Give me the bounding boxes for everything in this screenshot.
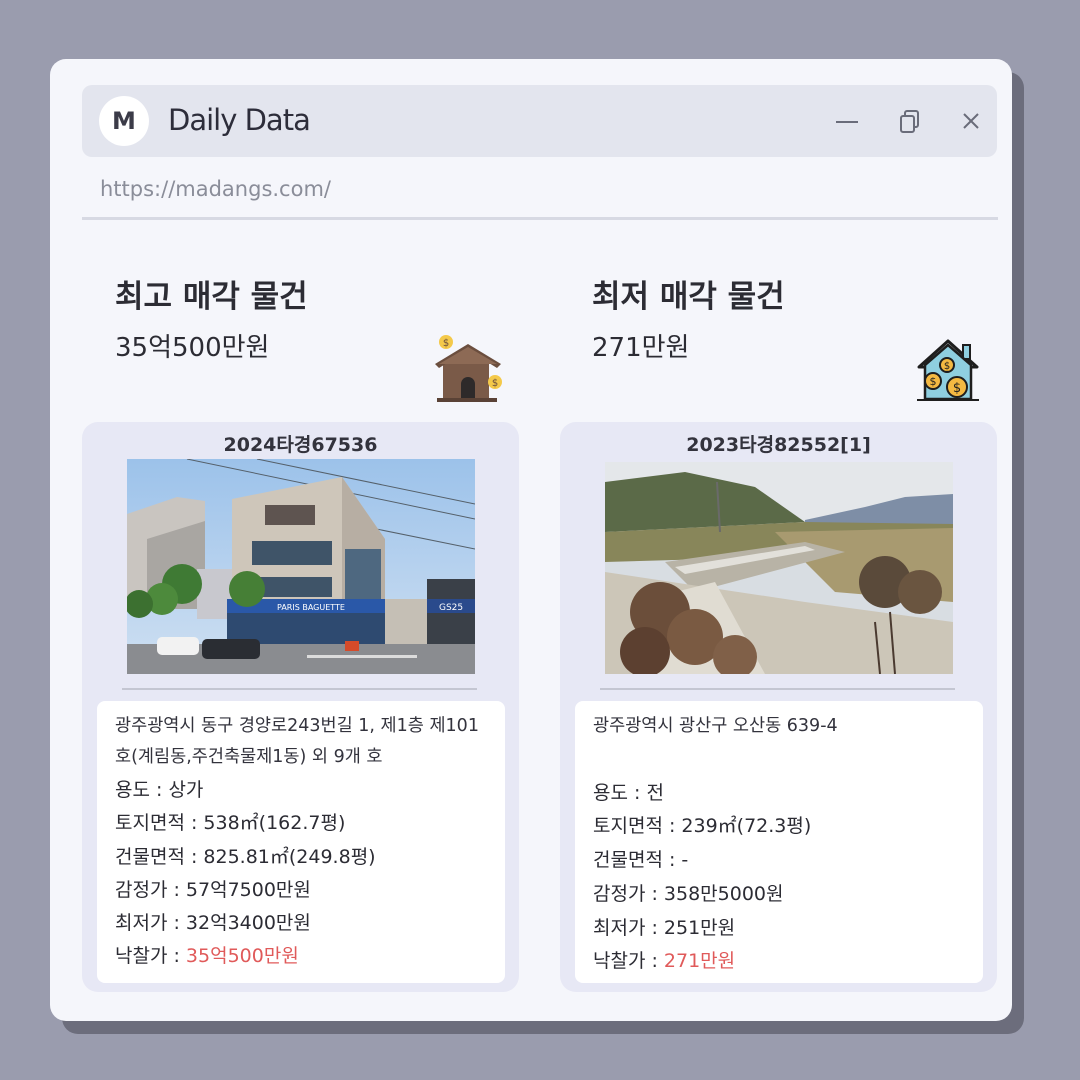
highest-land-area: 토지면적 : 538㎡(162.7평) xyxy=(115,812,346,834)
restore-button[interactable] xyxy=(892,103,928,139)
svg-text:$: $ xyxy=(443,338,449,349)
minimize-button[interactable] xyxy=(829,103,865,139)
lowest-land-area: 토지면적 : 239㎡(72.3평) xyxy=(593,815,812,837)
highest-usage: 용도 : 상가 xyxy=(115,779,204,801)
lowest-building-area: 건물면적 : - xyxy=(593,849,689,871)
house-money-brown-icon: $ $ xyxy=(435,335,502,402)
lowest-winning-bid: 낙찰가 : 271만원 xyxy=(593,946,735,973)
highest-winning-bid: 낙찰가 : 35억500만원 xyxy=(115,941,299,968)
highest-building-area: 건물면적 : 825.81㎡(249.8평) xyxy=(115,846,376,868)
lowest-info-panel: 광주광역시 광산구 오산동 639-4 용도 : 전 토지면적 : 239㎡(7… xyxy=(575,701,983,983)
highest-heading: 최고 매각 물건 xyxy=(115,279,308,315)
svg-text:$: $ xyxy=(492,378,498,389)
restore-icon xyxy=(900,110,919,133)
close-button[interactable] xyxy=(953,103,989,139)
lowest-case-number: 2023타경82552[1] xyxy=(686,434,871,456)
highest-price: 35억500만원 xyxy=(115,333,270,363)
highest-card[interactable]: 2024타경67536 PARIS BAGUETTE GS25 광주광역시 동구… xyxy=(82,422,519,992)
highest-photo-divider xyxy=(122,688,477,690)
photo-sign-gs25: GS25 xyxy=(439,603,463,613)
lowest-appraisal: 감정가 : 358만5000원 xyxy=(593,883,784,905)
lowest-price: 271만원 xyxy=(592,333,690,363)
highest-property-photo: PARIS BAGUETTE GS25 xyxy=(127,459,475,674)
url-text[interactable]: https://madangs.com/ xyxy=(100,177,331,201)
lowest-property-photo xyxy=(605,462,953,677)
highest-winning-value: 35억500만원 xyxy=(185,945,299,967)
lowest-usage: 용도 : 전 xyxy=(593,782,664,804)
highest-address: 광주광역시 동구 경양로243번길 1, 제1층 제101호(계림동,주건축물제… xyxy=(115,716,479,767)
highest-info-panel: 광주광역시 동구 경양로243번길 1, 제1층 제101호(계림동,주건축물제… xyxy=(97,701,505,983)
photo-sign-paris-baguette: PARIS BAGUETTE xyxy=(277,603,345,612)
svg-text:$: $ xyxy=(953,381,961,396)
house-money-blue-icon: $ $ $ xyxy=(917,339,979,401)
lowest-address: 광주광역시 광산구 오산동 639-4 xyxy=(593,716,838,736)
lowest-winning-value: 271만원 xyxy=(663,950,736,972)
highest-winning-label: 낙찰가 : xyxy=(115,945,186,967)
highest-case-number: 2024타경67536 xyxy=(223,434,378,456)
lowest-winning-label: 낙찰가 : xyxy=(593,950,664,972)
lowest-heading: 최저 매각 물건 xyxy=(592,279,785,315)
highest-minimum: 최저가 : 32억3400만원 xyxy=(115,912,311,934)
title-bar: M Daily Data xyxy=(82,85,997,157)
close-icon xyxy=(963,113,979,129)
lowest-card[interactable]: 2023타경82552[1] 광주광역시 광산구 오산동 639-4 용도: … xyxy=(560,422,997,992)
svg-text:$: $ xyxy=(944,361,950,372)
lowest-photo-divider xyxy=(600,688,955,690)
app-window: M Daily Data https://madangs.com/ 최고 매각 … xyxy=(50,59,1012,1021)
minimize-icon xyxy=(836,121,858,123)
url-divider xyxy=(82,217,998,220)
highest-appraisal: 감정가 : 57억7500만원 xyxy=(115,879,311,901)
app-avatar[interactable]: M xyxy=(99,96,149,146)
svg-text:$: $ xyxy=(930,375,937,388)
lowest-minimum: 최저가 : 251만원 xyxy=(593,917,736,939)
app-title: Daily Data xyxy=(168,103,311,137)
